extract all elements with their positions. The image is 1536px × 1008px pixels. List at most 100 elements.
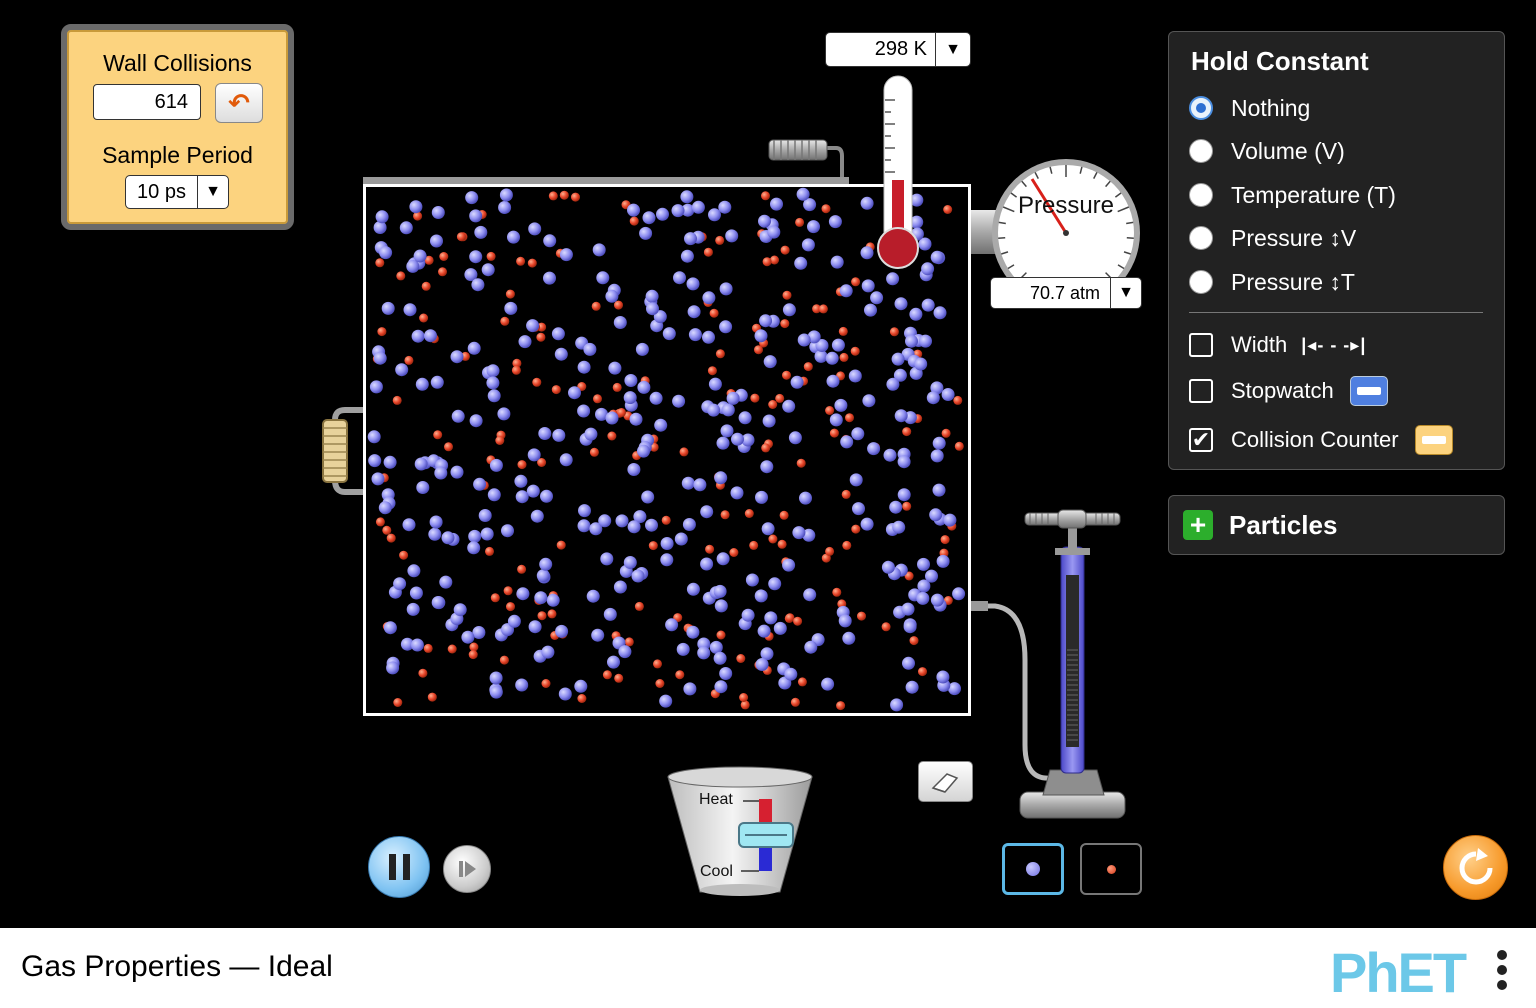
heavy-particle (759, 314, 773, 328)
heavy-particle (607, 655, 620, 669)
heavy-particle (469, 209, 483, 223)
stopwatch-checkbox[interactable] (1189, 379, 1213, 403)
heavy-particle (897, 455, 911, 469)
radio-volume[interactable]: Volume (V) (1189, 136, 1345, 166)
step-forward-button[interactable] (443, 845, 491, 893)
heavy-particle (821, 677, 835, 691)
radio-button[interactable] (1189, 270, 1213, 294)
heavy-particle (507, 230, 520, 244)
heavy-particle (618, 645, 632, 659)
radio-pressure-v[interactable]: Pressure ↕V (1189, 223, 1356, 253)
heavy-particle (403, 303, 417, 317)
heavy-particle (434, 466, 448, 480)
light-particle (547, 609, 557, 619)
radio-temperature[interactable]: Temperature (T) (1189, 180, 1396, 210)
heavy-particle (424, 329, 437, 343)
heavy-particle (499, 188, 513, 202)
light-particle (793, 616, 803, 626)
width-checkbox-row[interactable]: Width |◂- - -▸| (1189, 329, 1366, 361)
light-particle (818, 304, 828, 314)
light-particle (629, 216, 639, 226)
light-particle-button[interactable] (1080, 843, 1142, 895)
light-particle (918, 667, 927, 677)
heavy-particle (645, 289, 659, 303)
light-particle (744, 509, 754, 518)
heavy-particle (708, 377, 722, 391)
light-particle (720, 510, 730, 520)
heavy-particle (718, 200, 732, 214)
heavy-particle (516, 587, 530, 601)
heavy-particle (936, 554, 950, 568)
heavy-particle (526, 484, 540, 498)
heavy-particle (526, 319, 540, 333)
divider (1189, 312, 1483, 313)
width-checkbox[interactable] (1189, 333, 1213, 357)
light-particle (780, 245, 790, 255)
reset-all-button[interactable] (1443, 835, 1508, 900)
heavy-particle (797, 333, 811, 347)
light-particle (653, 659, 662, 669)
heavy-particle (541, 645, 555, 659)
collision-counter-checkbox-row[interactable]: ✔ Collision Counter (1189, 424, 1453, 456)
container-side-handle[interactable] (322, 407, 363, 495)
light-particle (881, 622, 891, 632)
light-particle (675, 670, 685, 680)
heavy-particle (796, 187, 810, 201)
radio-pressure-t[interactable]: Pressure ↕T (1189, 267, 1355, 297)
heavy-particle (719, 667, 733, 680)
heavy-particle (558, 687, 572, 701)
light-particle (838, 326, 848, 336)
heavy-particle (764, 611, 778, 625)
heavy-particle (889, 500, 903, 514)
phet-menu-icon[interactable] (1492, 946, 1512, 996)
eraser-button[interactable] (918, 761, 973, 802)
heater-cooler[interactable] (667, 766, 813, 896)
light-particle (777, 539, 787, 549)
light-particle (850, 346, 860, 356)
heavy-particle (852, 502, 865, 516)
heavy-particle (792, 526, 806, 540)
pressure-units-select[interactable]: 70.7 atm ▼ (990, 277, 1142, 309)
expand-plus-icon[interactable]: + (1183, 510, 1213, 540)
radio-label: Nothing (1231, 94, 1311, 121)
heavy-particle (794, 256, 808, 270)
heavy-particle (649, 391, 663, 405)
light-particle (375, 258, 385, 268)
radio-nothing[interactable]: Nothing (1189, 93, 1310, 123)
phet-logo[interactable]: PhET (1330, 940, 1467, 1005)
light-particle (634, 601, 644, 611)
collision-counter-checkbox[interactable]: ✔ (1189, 428, 1213, 452)
light-particle (617, 408, 626, 417)
heavy-particle (943, 513, 957, 527)
pause-button[interactable] (368, 836, 430, 898)
radio-button[interactable] (1189, 139, 1213, 163)
heavy-particle (501, 524, 514, 538)
heavy-particle (665, 618, 679, 632)
heavy-particle-button[interactable] (1002, 843, 1064, 895)
light-particle (825, 546, 835, 556)
particles-accordion[interactable]: + Particles (1168, 495, 1505, 555)
heavy-particle (555, 624, 569, 638)
radio-button[interactable] (1189, 183, 1213, 207)
heavy-particle (768, 577, 782, 591)
lid-handle[interactable] (768, 139, 844, 180)
heavy-particle (851, 427, 865, 441)
light-particle (902, 427, 912, 437)
heavy-particle (917, 557, 930, 571)
heavy-particle (804, 640, 818, 654)
heavy-particle (840, 435, 854, 449)
radio-button[interactable] (1189, 96, 1213, 120)
heavy-particle (379, 246, 393, 260)
light-particle (532, 377, 542, 387)
bicycle-pump[interactable] (1019, 509, 1126, 819)
light-particle (551, 385, 561, 395)
light-particle (736, 654, 746, 663)
light-particle (709, 308, 719, 318)
radio-button[interactable] (1189, 226, 1213, 250)
light-particle (505, 289, 515, 299)
heavy-particle (714, 471, 728, 485)
heavy-particle (754, 329, 768, 343)
stopwatch-checkbox-row[interactable]: Stopwatch (1189, 375, 1388, 407)
heavy-particle (487, 389, 501, 403)
heavy-particle (687, 305, 701, 319)
